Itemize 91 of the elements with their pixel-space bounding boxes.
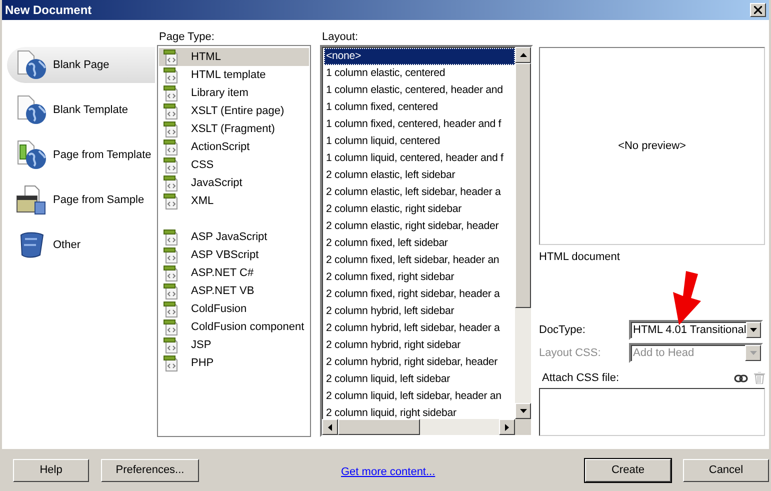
- link-icon[interactable]: [734, 374, 748, 382]
- layout-item[interactable]: 1 column elastic, centered: [324, 65, 515, 82]
- layout-item[interactable]: 1 column fixed, centered: [324, 99, 515, 116]
- page-type-item[interactable]: ASP.NET C#: [159, 264, 309, 282]
- layout-item[interactable]: 1 column liquid, centered: [324, 133, 515, 150]
- document-globe-icon: [15, 139, 47, 171]
- footer-button[interactable]: Help: [13, 458, 89, 482]
- preview-text: <No preview>: [618, 140, 686, 152]
- close-icon: [754, 6, 762, 14]
- page-type-item[interactable]: HTML template: [159, 66, 309, 84]
- layout-item[interactable]: 2 column fixed, right sidebar, header a: [324, 286, 515, 303]
- horizontal-scrollbar[interactable]: [322, 419, 515, 435]
- page-type-item[interactable]: ColdFusion: [159, 300, 309, 318]
- code-file-icon: [163, 120, 179, 138]
- category-item[interactable]: Blank Template: [7, 92, 155, 128]
- page-type-label: Page Type:: [158, 30, 216, 45]
- get-more-content-link[interactable]: Get more content...: [341, 466, 436, 478]
- page-type-item[interactable]: JSP: [159, 336, 309, 354]
- code-file-icon: [163, 318, 179, 336]
- layout-item[interactable]: 2 column hybrid, left sidebar, header a: [324, 320, 515, 337]
- footer-button[interactable]: Create: [585, 458, 671, 482]
- scroll-right-icon[interactable]: [505, 424, 509, 430]
- page-type-item[interactable]: HTML: [159, 48, 309, 66]
- page-type-item[interactable]: XML: [159, 192, 309, 210]
- layout-item[interactable]: 2 column liquid, right sidebar: [324, 405, 515, 419]
- category-item[interactable]: Page from Template: [7, 137, 155, 173]
- document-window-icon: [15, 184, 47, 216]
- layout-item[interactable]: 2 column elastic, left sidebar, header a: [324, 184, 515, 201]
- field-label: Layout CSS:: [539, 347, 602, 359]
- code-file-icon: [163, 264, 179, 282]
- layout-item[interactable]: 2 column hybrid, right sidebar: [324, 337, 515, 354]
- scroll-left-icon[interactable]: [328, 424, 332, 430]
- code-file-icon: [163, 174, 179, 192]
- layout-item[interactable]: 2 column fixed, left sidebar, header an: [324, 252, 515, 269]
- layout-item[interactable]: 2 column hybrid, left sidebar: [324, 303, 515, 320]
- footer-button[interactable]: Preferences...: [101, 458, 199, 482]
- page-type-item[interactable]: JavaScript: [159, 174, 309, 192]
- window-title: New Document: [5, 3, 92, 17]
- dropdown-arrow-icon[interactable]: [750, 328, 758, 332]
- layout-label: Layout:: [321, 30, 360, 45]
- code-file-icon: [163, 354, 179, 372]
- category-item[interactable]: Blank Page: [7, 47, 155, 83]
- vertical-scrollbar[interactable]: [515, 47, 531, 419]
- code-file-icon: [163, 192, 179, 210]
- code-file-icon: [163, 66, 179, 84]
- layout-item[interactable]: 2 column fixed, left sidebar: [324, 235, 515, 252]
- document-globe-icon: [15, 49, 47, 81]
- footer-button[interactable]: Cancel: [683, 458, 769, 482]
- code-file-icon: [163, 48, 179, 66]
- layout-item[interactable]: 1 column elastic, centered, header and: [324, 82, 515, 99]
- layout-item[interactable]: 2 column hybrid, right sidebar, header: [324, 354, 515, 371]
- layout-item[interactable]: 2 column elastic, left sidebar: [324, 167, 515, 184]
- css-file-list[interactable]: [539, 388, 765, 436]
- code-file-icon: [163, 84, 179, 102]
- page-type-item[interactable]: Library item: [159, 84, 309, 102]
- scroll-up-icon[interactable]: [520, 53, 526, 57]
- layout-item[interactable]: <none>: [324, 48, 515, 65]
- layout-item[interactable]: 2 column liquid, left sidebar: [324, 371, 515, 388]
- attach-css-label: Attach CSS file:: [542, 372, 620, 384]
- code-file-icon: [163, 156, 179, 174]
- category-item[interactable]: Page from Sample: [7, 182, 155, 218]
- dropdown[interactable]: HTML 4.01 Transitional: [629, 320, 763, 340]
- scroll-down-icon[interactable]: [520, 409, 526, 413]
- code-file-icon: [163, 228, 179, 246]
- page-type-item[interactable]: XSLT (Fragment): [159, 120, 309, 138]
- layout-item[interactable]: 1 column liquid, centered, header and f: [324, 150, 515, 167]
- layout-item[interactable]: 2 column elastic, right sidebar: [324, 201, 515, 218]
- code-file-icon: [163, 336, 179, 354]
- page-type-item[interactable]: XSLT (Entire page): [159, 102, 309, 120]
- layout-item[interactable]: 2 column fixed, right sidebar: [324, 269, 515, 286]
- code-file-icon: [163, 102, 179, 120]
- layout-item[interactable]: 2 column elastic, right sidebar, header: [324, 218, 515, 235]
- code-file-icon: [163, 138, 179, 156]
- document-globe-icon: [15, 94, 47, 126]
- page-type-item[interactable]: ColdFusion component: [159, 318, 309, 336]
- page-type-item[interactable]: ASP VBScript: [159, 246, 309, 264]
- page-type-item[interactable]: ASP.NET VB: [159, 282, 309, 300]
- layout-item[interactable]: 2 column liquid, left sidebar, header an: [324, 388, 515, 405]
- scrollbar-corner: [515, 419, 531, 435]
- page-type-item[interactable]: CSS: [159, 156, 309, 174]
- page-type-item[interactable]: ActionScript: [159, 138, 309, 156]
- field-label: DocType:: [539, 324, 586, 336]
- close-button[interactable]: [750, 3, 766, 17]
- code-file-icon: [163, 246, 179, 264]
- code-file-icon: [163, 300, 179, 318]
- preview-description: HTML document: [539, 251, 621, 265]
- code-file-icon: [163, 282, 179, 300]
- page-type-item[interactable]: PHP: [159, 354, 309, 372]
- page-type-item[interactable]: ASP JavaScript: [159, 228, 309, 246]
- category-item[interactable]: Other: [7, 227, 155, 263]
- layout-item[interactable]: 1 column fixed, centered, header and f: [324, 116, 515, 133]
